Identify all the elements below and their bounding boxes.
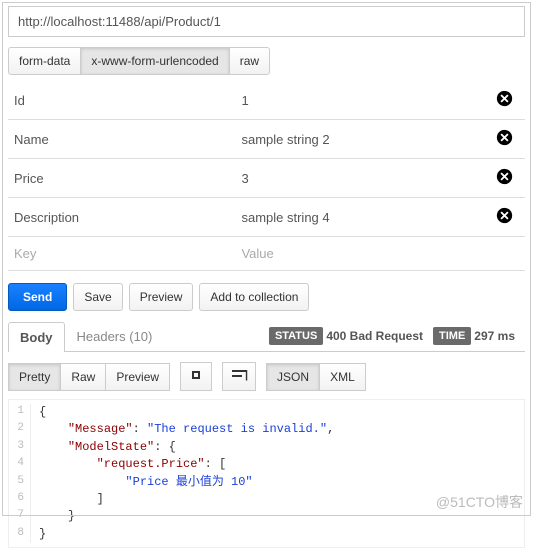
param-key[interactable]: Price: [8, 159, 235, 198]
param-placeholder-row: KeyValue: [8, 237, 525, 271]
send-button[interactable]: Send: [8, 283, 67, 311]
param-value[interactable]: 1: [235, 81, 483, 120]
tab-body[interactable]: Body: [8, 322, 65, 352]
table-row: Namesample string 2: [8, 120, 525, 159]
time-value: 297 ms: [474, 329, 515, 343]
params-table: Id1 Namesample string 2 Price3 Descripti…: [8, 81, 525, 271]
tab-headers[interactable]: Headers (10): [65, 321, 165, 351]
delete-icon[interactable]: [496, 90, 513, 107]
table-row: Descriptionsample string 4: [8, 198, 525, 237]
view-preview-button[interactable]: Preview: [105, 363, 170, 391]
body-type-group: form-data x-www-form-urlencoded raw: [8, 47, 525, 75]
view-pretty-button[interactable]: Pretty: [8, 363, 61, 391]
param-key[interactable]: Name: [8, 120, 235, 159]
body-type-form-data[interactable]: form-data: [8, 47, 81, 75]
format-json-button[interactable]: JSON: [266, 363, 320, 391]
action-bar: Send Save Preview Add to collection: [8, 283, 525, 311]
param-value[interactable]: 3: [235, 159, 483, 198]
preview-button[interactable]: Preview: [129, 283, 194, 311]
table-row: Price3: [8, 159, 525, 198]
status-value: 400 Bad Request: [326, 329, 423, 343]
param-key[interactable]: Description: [8, 198, 235, 237]
delete-icon[interactable]: [496, 207, 513, 224]
table-row: Id1: [8, 81, 525, 120]
response-body[interactable]: 1{2 "Message": "The request is invalid."…: [8, 399, 525, 548]
add-to-collection-button[interactable]: Add to collection: [199, 283, 309, 311]
save-button[interactable]: Save: [73, 283, 122, 311]
view-raw-button[interactable]: Raw: [60, 363, 106, 391]
align-icon[interactable]: |: [222, 362, 256, 391]
param-key[interactable]: Id: [8, 81, 235, 120]
response-tabs: Body Headers (10) STATUS 400 Bad Request…: [8, 321, 525, 352]
param-value[interactable]: sample string 2: [235, 120, 483, 159]
url-input[interactable]: http://localhost:11488/api/Product/1: [8, 6, 525, 37]
time-label: TIME: [433, 327, 471, 345]
delete-icon[interactable]: [496, 168, 513, 185]
body-type-raw[interactable]: raw: [229, 47, 270, 75]
watermark: @51CTO博客: [436, 492, 523, 512]
delete-icon[interactable]: [496, 129, 513, 146]
body-type-urlencoded[interactable]: x-www-form-urlencoded: [80, 47, 229, 75]
param-value[interactable]: sample string 4: [235, 198, 483, 237]
param-key-placeholder[interactable]: Key: [8, 237, 235, 271]
copy-icon[interactable]: [180, 362, 212, 391]
response-toolbar: Pretty Raw Preview | JSON XML: [8, 362, 525, 391]
format-xml-button[interactable]: XML: [319, 363, 366, 391]
status-label: STATUS: [269, 327, 323, 345]
param-value-placeholder[interactable]: Value: [235, 237, 483, 271]
